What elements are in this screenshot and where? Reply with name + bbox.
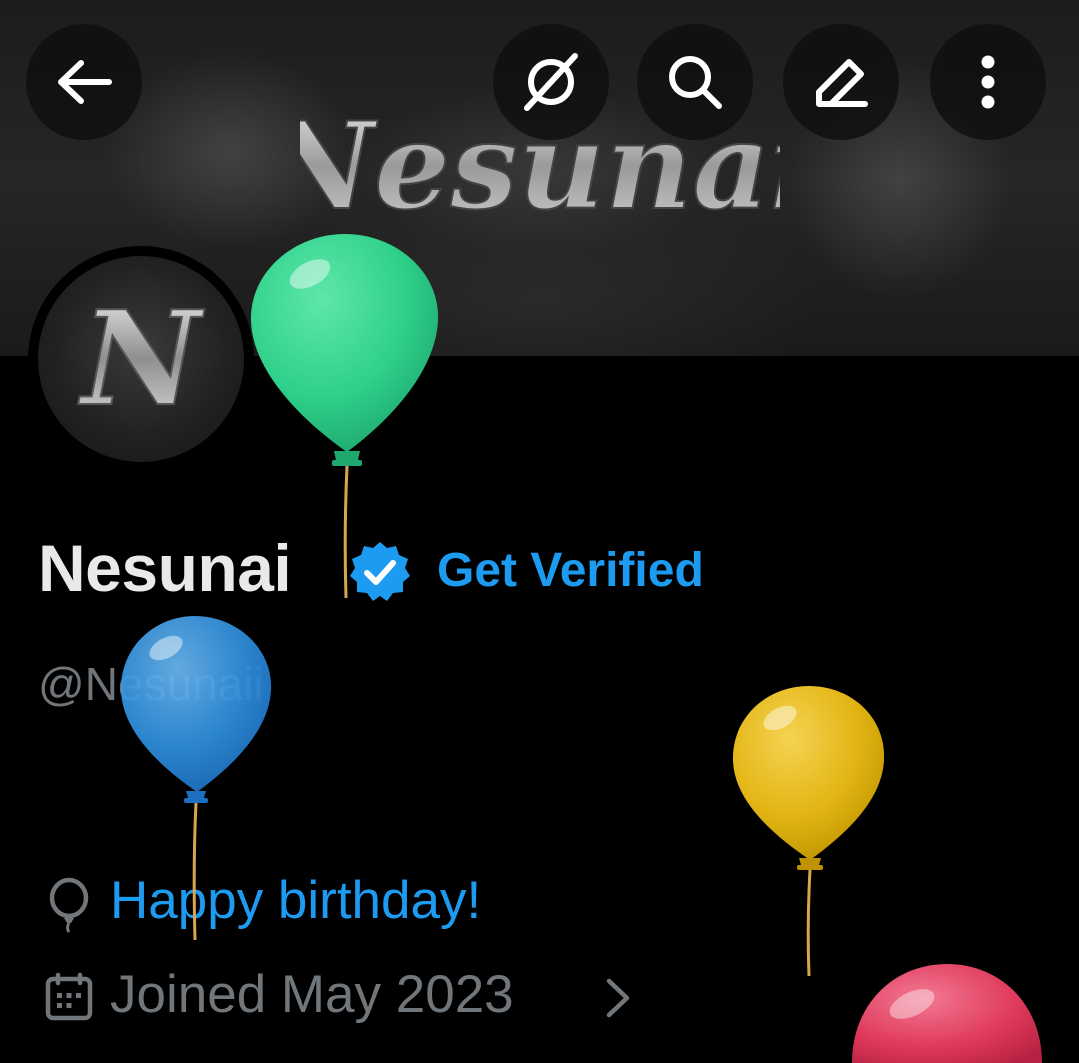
search-icon — [669, 56, 722, 109]
more-vertical-icon — [981, 55, 995, 109]
avatar-letter: N — [78, 282, 205, 435]
arrow-left-icon — [58, 60, 112, 104]
avatar[interactable]: N — [28, 246, 254, 472]
display-name: Nesunai — [38, 531, 292, 605]
red-balloon — [852, 964, 1042, 1063]
get-verified-link[interactable]: Get Verified — [437, 543, 704, 598]
verified-badge-icon[interactable] — [347, 539, 413, 605]
more-options-button[interactable] — [930, 24, 1046, 140]
birthday-link[interactable]: Happy birthday! — [110, 870, 481, 931]
avatar-logo: N — [77, 281, 206, 436]
edit-button[interactable] — [783, 24, 899, 140]
search-button[interactable] — [637, 24, 753, 140]
grok-icon — [524, 53, 578, 111]
edit-icon — [816, 59, 868, 107]
calendar-icon — [45, 972, 93, 1021]
avatar-image: N — [38, 256, 244, 462]
yellow-balloon — [732, 686, 885, 977]
grok-button[interactable] — [493, 24, 609, 140]
back-button[interactable] — [26, 24, 142, 140]
user-handle: @Nesunaii — [38, 658, 264, 710]
balloon-icon — [49, 877, 89, 933]
joined-date[interactable]: Joined May 2023 — [110, 964, 514, 1025]
chevron-right-icon[interactable] — [604, 977, 632, 1019]
